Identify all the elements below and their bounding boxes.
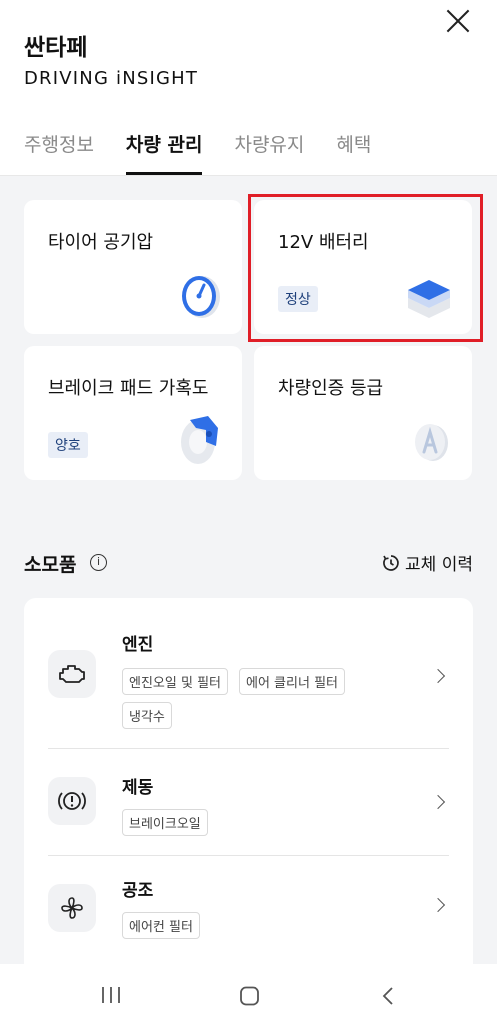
card-title: 차량인증 등급 bbox=[278, 378, 384, 399]
brake-disc-icon bbox=[181, 416, 218, 464]
chevron-right-icon bbox=[430, 794, 446, 810]
car-name: 싼타페 bbox=[24, 35, 88, 61]
brake-pad-card[interactable]: 브레이크 패드 가혹도 양호 bbox=[24, 346, 242, 480]
replacement-history-link[interactable]: 교체 이력 bbox=[382, 550, 473, 575]
recent-apps-icon[interactable] bbox=[100, 986, 122, 1004]
brand-title: DRIVING iNSIGHT bbox=[24, 68, 199, 89]
status-badge: 양호 bbox=[48, 432, 88, 458]
tire-gauge-icon bbox=[182, 276, 220, 318]
tab-benefits[interactable]: 혜택 bbox=[336, 130, 371, 175]
certification-badge-icon bbox=[415, 424, 448, 461]
chip: 냉각수 bbox=[122, 702, 172, 729]
chip: 엔진오일 및 필터 bbox=[122, 668, 228, 695]
selection-highlight bbox=[248, 194, 483, 342]
history-icon bbox=[383, 554, 399, 571]
consumables-list: 엔진 엔진오일 및 필터 에어 클리너 필터 냉각수 제동 브레이크오일 공조 … bbox=[24, 598, 473, 978]
consumables-title: 소모품 bbox=[24, 554, 77, 576]
chevron-right-icon bbox=[430, 897, 446, 913]
list-item-engine[interactable]: 엔진 엔진오일 및 필터 에어 클리너 필터 냉각수 bbox=[24, 598, 473, 748]
info-icon[interactable]: i bbox=[90, 554, 107, 571]
tab-bar: 주행정보 차량 관리 차량유지 혜택 bbox=[24, 130, 371, 175]
fan-icon bbox=[48, 884, 96, 932]
card-title: 브레이크 패드 가혹도 bbox=[48, 378, 209, 399]
card-title: 타이어 공기압 bbox=[48, 232, 154, 253]
close-icon[interactable] bbox=[445, 8, 471, 34]
page-header: 싼타페 DRIVING iNSIGHT 주행정보 차량 관리 차량유지 혜택 bbox=[0, 0, 497, 176]
main-content: 타이어 공기압 12V 배터리 정상 브레이크 패드 가혹도 양호 차량인증 등… bbox=[0, 176, 497, 978]
brake-warning-icon bbox=[48, 777, 96, 825]
tab-driving-info[interactable]: 주행정보 bbox=[24, 130, 94, 175]
tab-vehicle-maintenance[interactable]: 차량유지 bbox=[234, 130, 304, 175]
chip: 브레이크오일 bbox=[122, 809, 208, 836]
chip: 에어 클리너 필터 bbox=[239, 668, 345, 695]
chevron-right-icon bbox=[430, 668, 446, 684]
list-item-brake[interactable]: 제동 브레이크오일 bbox=[24, 749, 473, 855]
vehicle-certification-card[interactable]: 차량인증 등급 bbox=[254, 346, 472, 480]
system-navigation-bar bbox=[0, 964, 497, 1024]
item-title: 공조 bbox=[122, 881, 154, 901]
list-item-hvac[interactable]: 공조 에어컨 필터 bbox=[24, 856, 473, 968]
engine-icon bbox=[48, 650, 96, 698]
home-icon[interactable] bbox=[239, 986, 261, 1006]
tab-vehicle-management[interactable]: 차량 관리 bbox=[125, 130, 202, 175]
back-icon[interactable] bbox=[380, 986, 396, 1006]
item-title: 엔진 bbox=[122, 635, 154, 655]
item-title: 제동 bbox=[122, 778, 154, 798]
consumables-header: 소모품 i 교체 이력 bbox=[24, 548, 473, 578]
history-label: 교체 이력 bbox=[405, 555, 473, 575]
tire-pressure-card[interactable]: 타이어 공기압 bbox=[24, 200, 242, 334]
chip: 에어컨 필터 bbox=[122, 912, 200, 939]
